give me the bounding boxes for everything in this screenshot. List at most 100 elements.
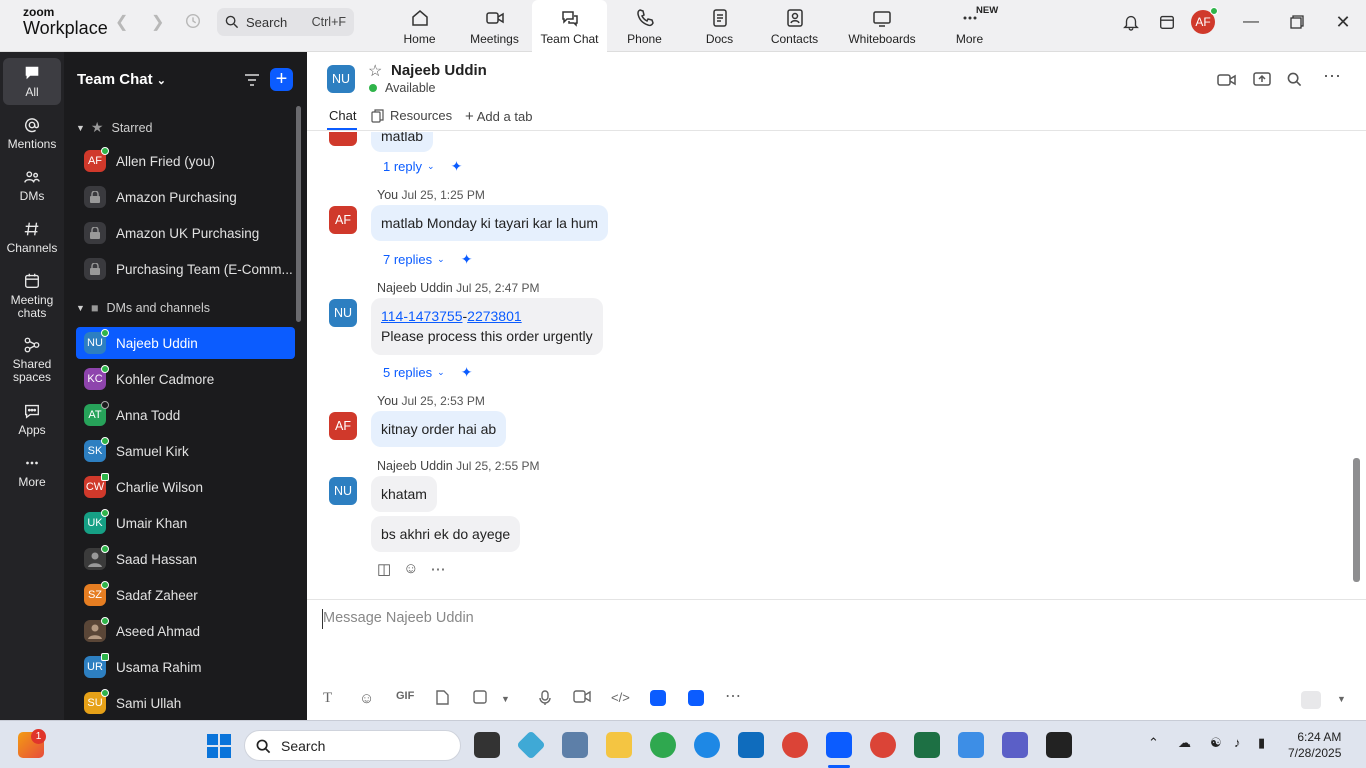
taskbar-search[interactable]: Search: [244, 730, 461, 761]
message-input[interactable]: Message Najeeb Uddin: [323, 610, 474, 626]
nav-more[interactable]: NEW More: [932, 0, 1007, 52]
sidebar-item-anna-todd[interactable]: AT Anna Todd: [76, 399, 295, 431]
rail-meeting-chats[interactable]: Meeting chats: [3, 272, 61, 320]
nav-contacts[interactable]: Contacts: [757, 0, 832, 52]
close-button[interactable]: ✕: [1332, 0, 1354, 44]
message-bubble[interactable]: matlab Monday ki tayari kar la hum: [371, 205, 609, 242]
nav-whiteboards[interactable]: Whiteboards: [832, 0, 932, 52]
search-icon[interactable]: [1287, 72, 1302, 87]
teams-icon[interactable]: [1002, 732, 1028, 758]
reply-icon[interactable]: ◫: [377, 560, 391, 578]
battery-icon[interactable]: ▮: [1258, 735, 1265, 751]
send-options-chevron-icon[interactable]: ▼: [1337, 694, 1346, 704]
sidebar-item-usama-rahim[interactable]: UR Usama Rahim: [76, 651, 295, 683]
rail-shared-spaces[interactable]: Shared spaces: [3, 336, 61, 384]
nav-home[interactable]: Home: [382, 0, 457, 52]
restore-button[interactable]: [1286, 0, 1308, 44]
network-icon[interactable]: ☁: [1178, 735, 1191, 751]
app-icon-1[interactable]: [650, 690, 666, 706]
message-avatar[interactable]: NU: [329, 477, 357, 505]
chrome-profile-icon[interactable]: [782, 732, 808, 758]
rail-apps[interactable]: Apps: [3, 402, 61, 437]
windows-start-icon[interactable]: [207, 734, 231, 758]
message-avatar[interactable]: NU: [329, 299, 357, 327]
file-icon[interactable]: [436, 690, 449, 708]
video-message-icon[interactable]: [573, 690, 591, 706]
sidebar-item-samuel-kirk[interactable]: SK Samuel Kirk: [76, 435, 295, 467]
screenshot-icon[interactable]: [473, 690, 489, 707]
message-bubble[interactable]: kitnay order hai ab: [371, 411, 507, 448]
more-actions-icon[interactable]: ⋯: [431, 560, 446, 578]
sidebar-item-umair-khan[interactable]: UK Umair Khan: [76, 507, 295, 539]
sidebar-item-aseed-ahmad[interactable]: Aseed Ahmad: [76, 615, 295, 647]
app-icon[interactable]: [516, 730, 546, 760]
message-bubble[interactable]: khatam: [371, 476, 437, 513]
code-snippet-icon[interactable]: </>: [611, 690, 630, 705]
star-icon[interactable]: ☆: [368, 61, 382, 81]
history-icon[interactable]: [184, 12, 202, 35]
contact-name[interactable]: Najeeb Uddin: [391, 62, 487, 79]
message-avatar[interactable]: [329, 132, 357, 146]
chrome-icon[interactable]: [650, 732, 676, 758]
bell-icon[interactable]: [1120, 0, 1142, 44]
sidebar-item-saad-hassan[interactable]: Saad Hassan: [76, 543, 295, 575]
rail-more[interactable]: More: [3, 454, 61, 489]
photos-icon[interactable]: [958, 732, 984, 758]
excel-icon[interactable]: [914, 732, 940, 758]
wifi-icon[interactable]: ☯: [1210, 735, 1222, 751]
sidebar-item-amazon-uk-purchasing[interactable]: Amazon UK Purchasing: [76, 217, 295, 249]
tab-resources[interactable]: Resources: [371, 108, 452, 123]
message-avatar[interactable]: AF: [329, 412, 357, 440]
sidebar-title[interactable]: Team Chat ⌄: [77, 71, 166, 88]
nav-phone[interactable]: Phone: [607, 0, 682, 52]
contact-avatar[interactable]: NU: [327, 65, 355, 93]
rail-mentions[interactable]: Mentions: [3, 116, 61, 151]
search-input[interactable]: Search Ctrl+F: [217, 8, 354, 36]
tab-chat[interactable]: Chat: [329, 108, 356, 123]
volume-icon[interactable]: ♪: [1234, 735, 1241, 750]
message-list[interactable]: matlab 1 reply ⌄ ✦ You Jul 25, 1:25 PM AF …: [307, 132, 1366, 599]
more-tools-icon[interactable]: ⋯: [725, 686, 741, 706]
more-options-icon[interactable]: ⋯: [1323, 66, 1341, 87]
outlook-icon[interactable]: [738, 732, 764, 758]
chevron-up-icon[interactable]: ⌃: [1148, 735, 1159, 751]
replies-link[interactable]: 5 replies ⌄ ✦: [383, 364, 472, 381]
system-clock[interactable]: 6:24 AM 7/28/2025: [1288, 729, 1341, 761]
file-explorer-icon[interactable]: [606, 732, 632, 758]
sidebar-scrollbar[interactable]: [296, 106, 301, 322]
replies-link[interactable]: 7 replies ⌄ ✦: [383, 251, 472, 268]
emoji-reaction-icon[interactable]: ☺: [403, 560, 418, 578]
sidebar-item-najeeb-uddin[interactable]: NU Najeeb Uddin: [76, 327, 295, 359]
message-bubble[interactable]: bs akhri ek do ayege: [371, 516, 521, 553]
nav-docs[interactable]: Docs: [682, 0, 757, 52]
message-bubble[interactable]: 114-1473755-2273801 Please process this …: [371, 298, 603, 355]
dms-section[interactable]: ▼ ■ DMs and channels: [76, 301, 210, 315]
starred-section[interactable]: ▼ ★ Starred: [76, 119, 152, 136]
nav-team-chat[interactable]: Team Chat: [532, 0, 607, 52]
chat-scrollbar[interactable]: [1353, 458, 1360, 582]
nav-meetings[interactable]: Meetings: [457, 0, 532, 52]
new-chat-button[interactable]: +: [270, 68, 293, 91]
share-screen-icon[interactable]: [1253, 71, 1271, 87]
order-link[interactable]: 114-1473755: [381, 308, 462, 324]
send-button[interactable]: [1301, 691, 1321, 709]
calendar-icon[interactable]: [1156, 0, 1178, 44]
sidebar-item-charlie-wilson[interactable]: CW Charlie Wilson: [76, 471, 295, 503]
add-tab-button[interactable]: + Add a tab: [465, 108, 532, 125]
emoji-icon[interactable]: ☺: [359, 690, 374, 707]
back-arrow-icon[interactable]: ❮: [115, 12, 128, 32]
calculator-icon[interactable]: [562, 732, 588, 758]
sticky-notes-icon[interactable]: [1046, 732, 1072, 758]
chrome-icon[interactable]: [870, 732, 896, 758]
text-format-icon[interactable]: T: [323, 690, 332, 707]
zoom-icon[interactable]: [826, 732, 852, 758]
minimize-button[interactable]: —: [1240, 0, 1262, 44]
message-bubble[interactable]: matlab: [371, 132, 434, 153]
rail-all[interactable]: All: [3, 58, 61, 106]
gif-button[interactable]: GIF: [396, 690, 414, 702]
forward-arrow-icon[interactable]: ❯: [151, 12, 164, 32]
rail-channels[interactable]: Channels: [3, 220, 61, 255]
chevron-down-icon[interactable]: ▼: [501, 694, 510, 704]
profile-avatar[interactable]: AF: [1190, 0, 1218, 44]
video-call-icon[interactable]: [1217, 72, 1237, 88]
